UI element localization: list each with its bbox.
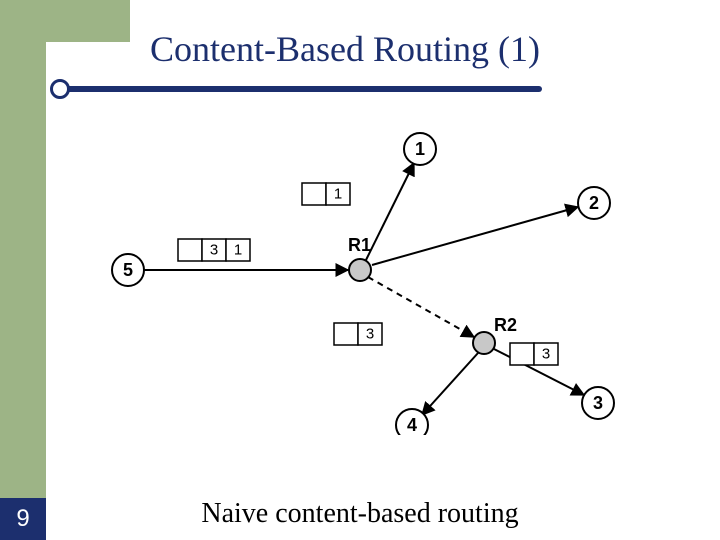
svg-text:3: 3 — [210, 242, 218, 259]
svg-text:R1: R1 — [348, 235, 371, 255]
top-accent-block — [0, 0, 130, 42]
node-5: 5 — [112, 254, 144, 286]
node-2: 2 — [578, 187, 610, 219]
svg-text:R2: R2 — [494, 315, 517, 335]
packet-toward-r2: 3 — [334, 323, 382, 345]
svg-text:1: 1 — [334, 186, 342, 203]
node-3: 3 — [582, 387, 614, 419]
side-accent-bar — [0, 0, 46, 540]
page-title: Content-Based Routing (1) — [150, 28, 540, 70]
slide: Content-Based Routing (1) — [0, 0, 720, 540]
svg-text:1: 1 — [234, 242, 242, 259]
svg-text:3: 3 — [366, 326, 374, 343]
figure-caption: Naive content-based routing — [0, 498, 720, 530]
svg-text:3: 3 — [542, 346, 550, 363]
svg-text:1: 1 — [415, 139, 425, 159]
title-bullet-icon — [50, 79, 70, 99]
node-4: 4 — [396, 409, 428, 435]
svg-text:5: 5 — [123, 260, 133, 280]
svg-text:2: 2 — [589, 193, 599, 213]
svg-text:3: 3 — [593, 393, 603, 413]
svg-text:4: 4 — [407, 415, 417, 435]
routing-diagram: 5 1 2 3 4 R1 — [100, 125, 620, 435]
title-underline — [62, 86, 542, 92]
node-1: 1 — [404, 133, 436, 165]
page-number-value: 9 — [16, 505, 29, 533]
packet-from-node5: 3 1 — [178, 239, 250, 261]
packet-at-r2: 3 — [510, 343, 558, 365]
packet-near-node1: 1 — [302, 183, 350, 205]
page-number: 9 — [0, 498, 46, 540]
